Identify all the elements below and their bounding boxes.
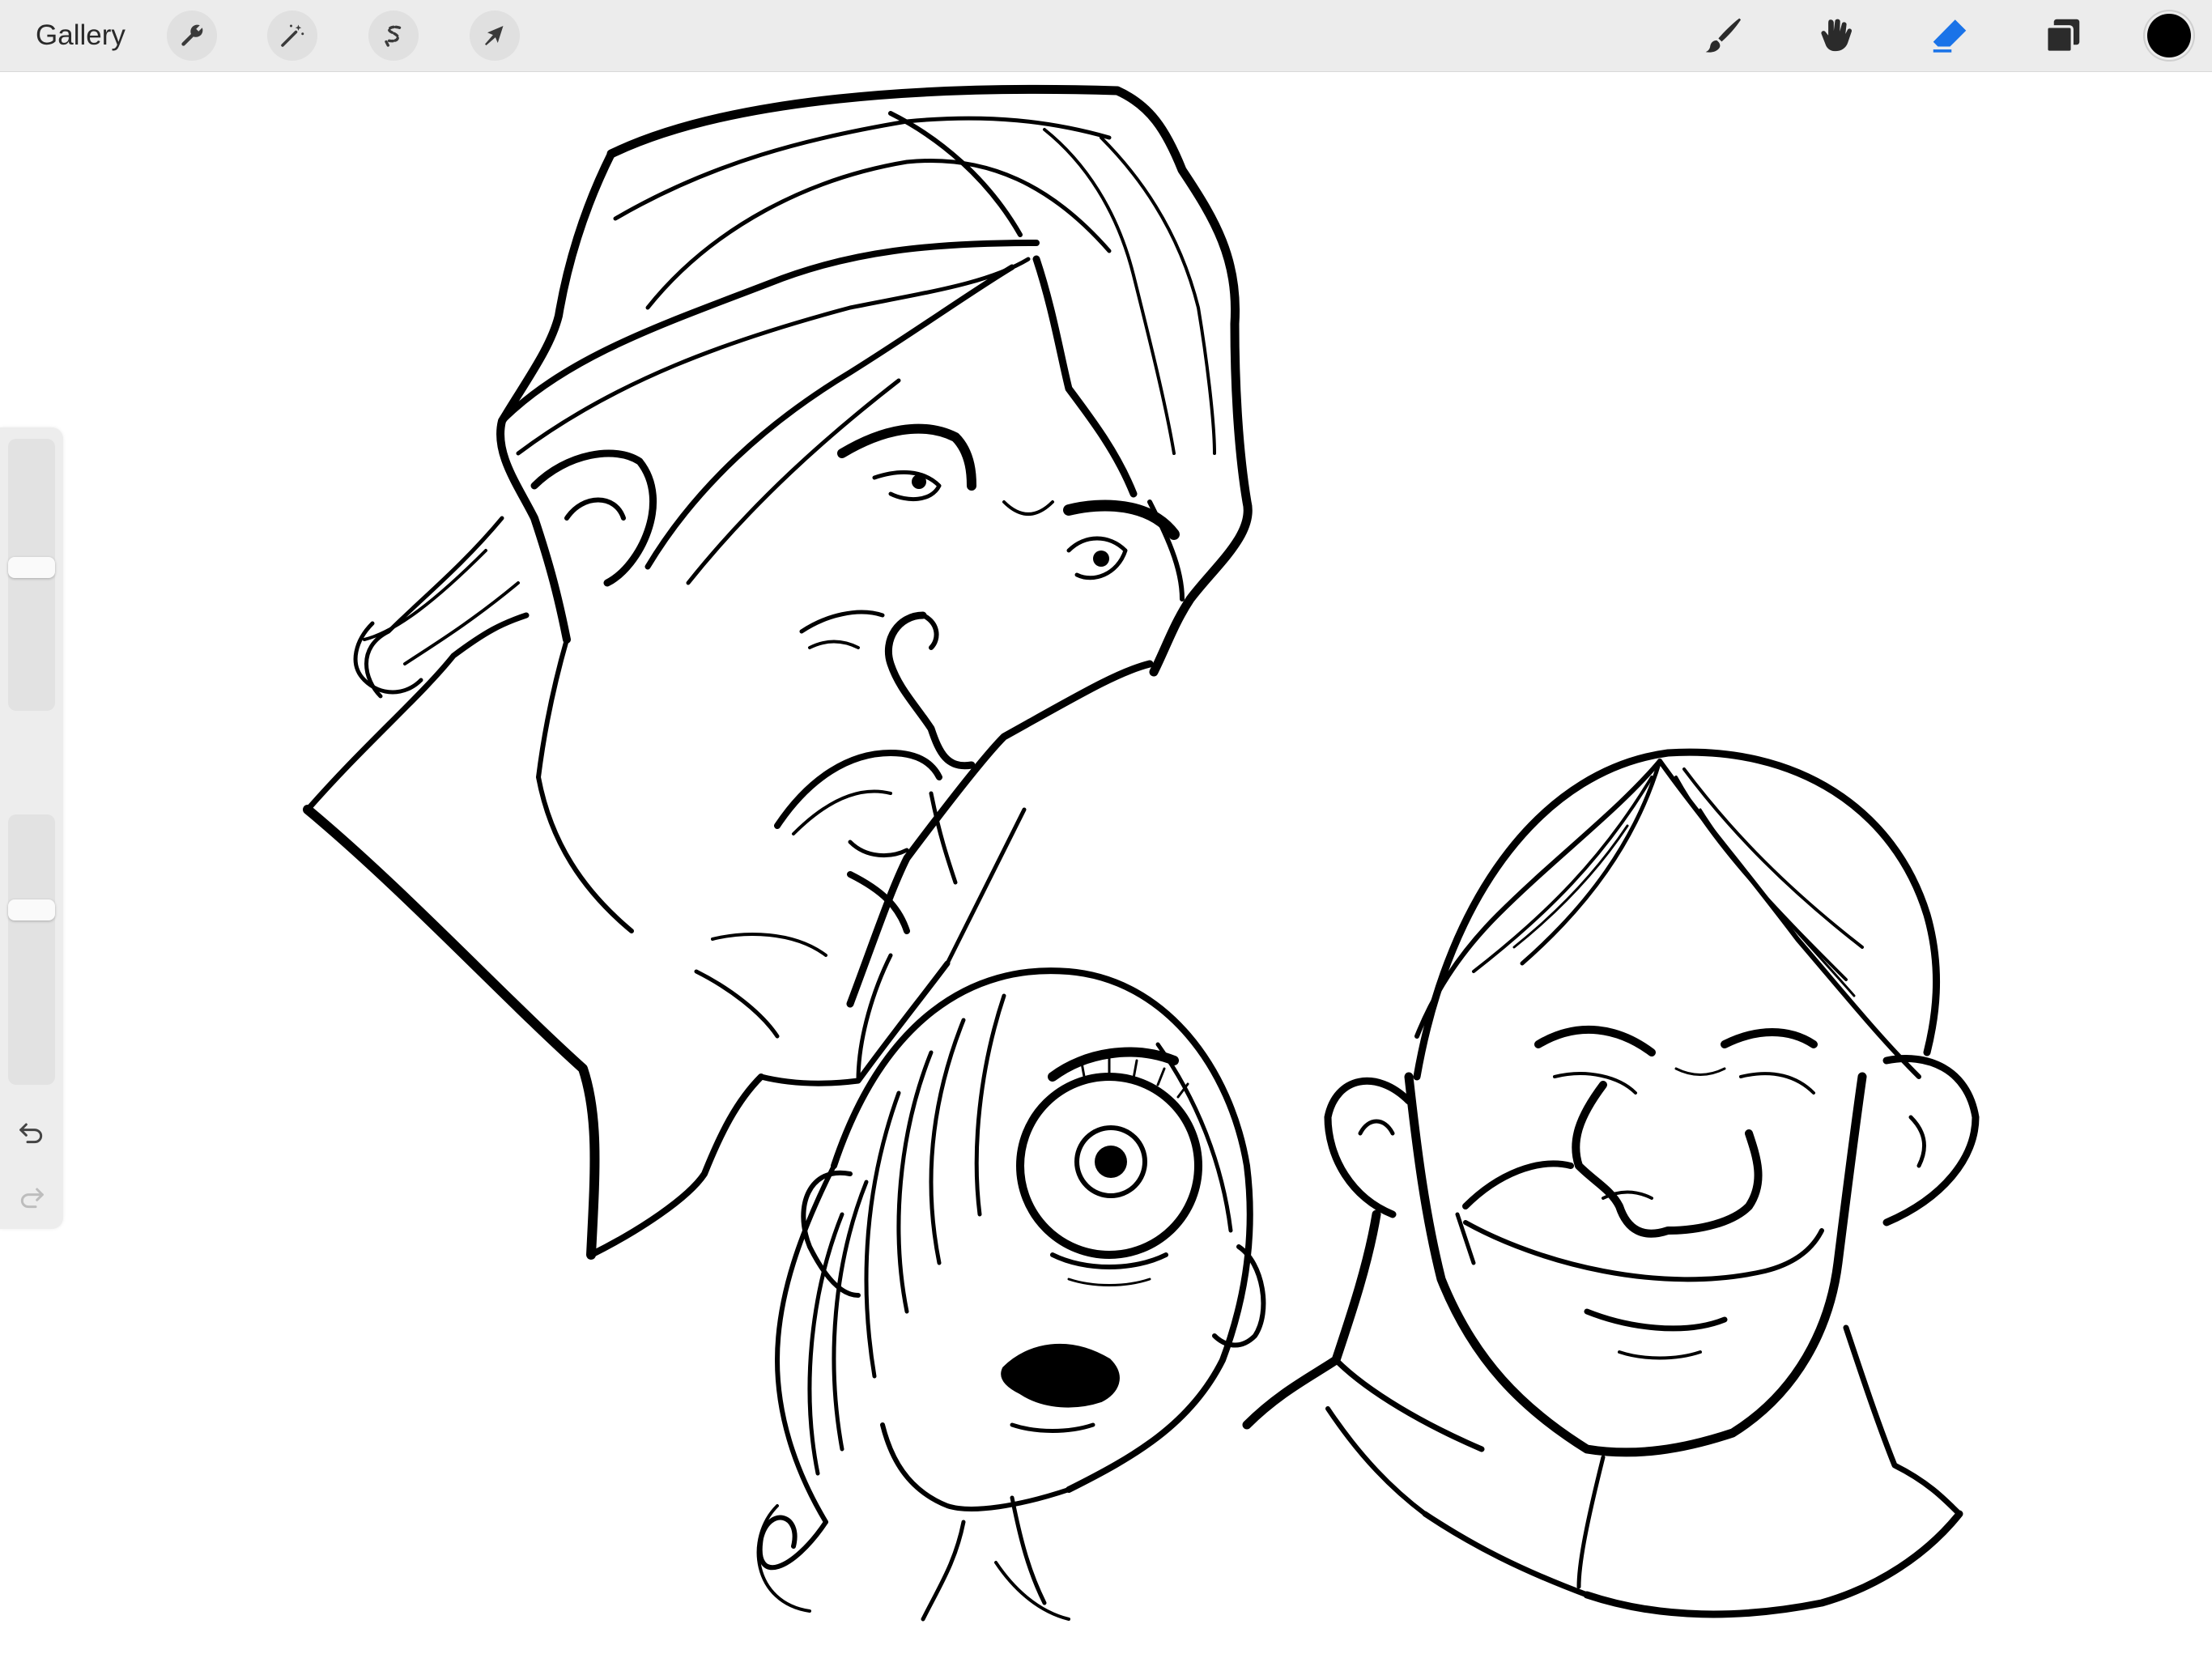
brush-tool-button[interactable]: [1699, 11, 1747, 60]
eraser-icon: [1933, 19, 1967, 53]
sketch-drawing: [303, 84, 1980, 1622]
selection-button[interactable]: [368, 11, 419, 61]
adjustments-button[interactable]: [267, 11, 317, 61]
transform-arrow-icon: [485, 26, 504, 45]
brush-opacity-handle[interactable]: [8, 899, 55, 920]
layers-button[interactable]: [2039, 11, 2087, 60]
wrench-icon: [181, 24, 203, 46]
layers-icon: [2045, 19, 2080, 53]
brush-size-slider[interactable]: [8, 439, 55, 711]
color-picker-button[interactable]: [2147, 14, 2191, 57]
selection-icon: [385, 25, 402, 47]
brush-opacity-slider[interactable]: [8, 814, 55, 1085]
sketch-right-head: [1242, 748, 1980, 1618]
top-toolbar: Gallery: [0, 0, 2212, 72]
smudge-icon: [1821, 19, 1853, 52]
actions-button[interactable]: [167, 11, 217, 61]
sketch-girl-head: [756, 967, 1266, 1622]
left-sidebar: [0, 427, 63, 1229]
drawing-canvas[interactable]: [0, 72, 2212, 1658]
smudge-tool-button[interactable]: [1812, 11, 1861, 60]
eraser-tool-button[interactable]: [1925, 11, 1974, 60]
gallery-button[interactable]: Gallery: [36, 18, 125, 53]
brush-icon: [1705, 18, 1742, 53]
brush-size-handle[interactable]: [8, 557, 55, 578]
undo-icon: [19, 1123, 43, 1144]
redo-button[interactable]: [11, 1177, 52, 1218]
magic-wand-icon: [281, 24, 304, 47]
undo-button[interactable]: [11, 1112, 52, 1153]
redo-icon: [20, 1188, 44, 1209]
transform-button[interactable]: [470, 11, 520, 61]
